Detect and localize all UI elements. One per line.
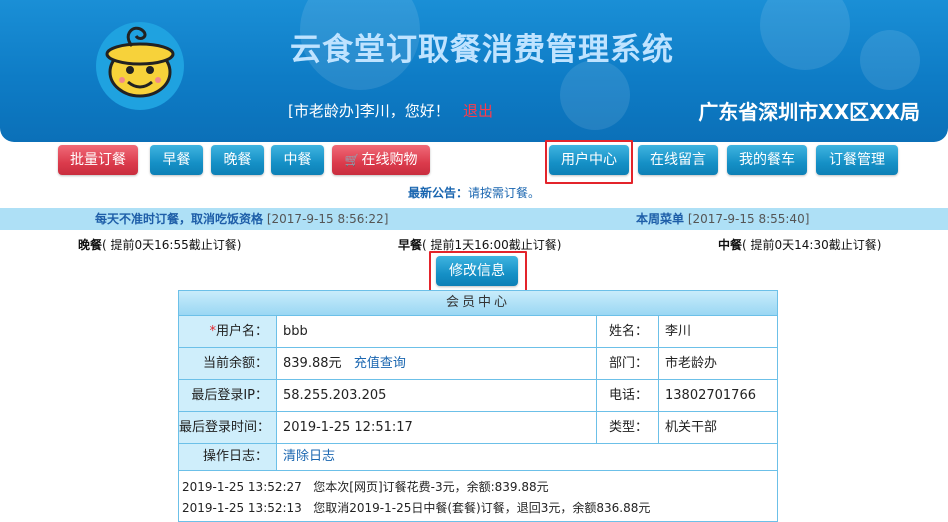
clear-log-cell: 清除日志 <box>277 444 777 470</box>
last-login-time-value: 2019-1-25 12:51:17 <box>277 412 597 443</box>
table-row: 当前余额： 839.88元 充值查询 部门： 市老龄办 <box>179 348 777 380</box>
department-value: 市老龄办 <box>665 356 718 371</box>
decor-bubble <box>560 60 630 130</box>
user-center-highlight <box>545 140 633 184</box>
log-time: 2019-1-25 13:52:13 <box>182 501 302 515</box>
order-management-button[interactable]: 订餐管理 <box>816 145 898 175</box>
clear-log-link[interactable]: 清除日志 <box>283 449 335 464</box>
dinner-button[interactable]: 晚餐 <box>211 145 264 175</box>
batch-order-button[interactable]: 批量订餐 <box>58 145 138 175</box>
type-label: 类型： <box>597 412 659 443</box>
last-login-time-label: 最后登录时间： <box>179 412 277 443</box>
balance-value: 839.88元 充值查询 <box>277 348 597 379</box>
lunch-deadline: 中餐( 提前0天14:30截止订餐) <box>718 236 881 253</box>
username-value: bbb <box>277 316 597 347</box>
log-text: 您本次[网页]订餐花费-3元，余额:839.88元 <box>313 480 549 494</box>
log-entry: 2019-1-25 13:52:27 您本次[网页]订餐花费-3元，余额:839… <box>182 478 549 495</box>
decor-bubble <box>760 0 850 70</box>
info-left[interactable]: 每天不准时订餐，取消吃饭资格 [2017-9-15 8:56:22] <box>95 208 388 230</box>
username-label: *用户名： <box>179 316 277 347</box>
edit-info-highlight <box>429 251 527 295</box>
type-value: 机关干部 <box>665 420 718 435</box>
operation-log-list: 2019-1-25 13:52:27 您本次[网页]订餐花费-3元，余额:839… <box>179 471 777 521</box>
welcome-text: [市老龄办]李川，您好！ <box>288 102 450 120</box>
member-center-title: 会员中心 <box>179 291 777 316</box>
deadline-text: ( 提前0天14:30截止订餐) <box>742 238 882 252</box>
balance-amount: 839.88元 <box>283 356 342 371</box>
info-left-title: 每天不准时订餐，取消吃饭资格 <box>95 212 264 226</box>
log-time: 2019-1-25 13:52:27 <box>182 480 302 494</box>
announcement-text[interactable]: 请按需订餐。 <box>468 186 540 200</box>
deadline-meal: 晚餐 <box>78 238 103 252</box>
username-label-text: 用户名： <box>215 324 268 339</box>
name-label: 姓名： <box>597 316 659 347</box>
member-center-table: 会员中心 *用户名： bbb 姓名： 李川 当前余额： 839.88元 充值查询… <box>178 290 778 522</box>
logout-link[interactable]: 退出 <box>463 100 493 121</box>
table-row: 最后登录时间： 2019-1-25 12:51:17 类型： 机关干部 <box>179 412 777 444</box>
organization-name: 广东省深圳市XX区XX局 <box>698 100 920 124</box>
info-right[interactable]: 本周菜单 [2017-9-15 8:55:40] <box>636 208 809 230</box>
deadline-meal: 中餐 <box>718 238 743 252</box>
last-ip-label: 最后登录IP： <box>179 380 277 411</box>
last-ip-value: 58.255.203.205 <box>277 380 597 411</box>
table-row: *用户名： bbb 姓名： 李川 <box>179 316 777 348</box>
online-message-button[interactable]: 在线留言 <box>638 145 718 175</box>
balance-label: 当前余额： <box>179 348 277 379</box>
info-right-date: [2017-9-15 8:55:40] <box>687 212 810 226</box>
phone-label: 电话： <box>597 380 659 411</box>
deadline-text: ( 提前1天16:00截止订餐) <box>422 238 562 252</box>
decor-bubble <box>860 30 920 90</box>
info-bar: 每天不准时订餐，取消吃饭资格 [2017-9-15 8:56:22] 本周菜单 … <box>0 208 948 230</box>
dinner-deadline: 晚餐( 提前0天16:55截止订餐) <box>78 236 241 253</box>
online-shop-label: 在线购物 <box>361 152 418 168</box>
recharge-query-link[interactable]: 充值查询 <box>354 356 406 371</box>
lunch-button[interactable]: 中餐 <box>271 145 324 175</box>
department-label: 部门： <box>597 348 659 379</box>
phone-value: 13802701766 <box>665 388 756 403</box>
announcement-label: 最新公告： <box>408 186 469 200</box>
table-row: 操作日志： 清除日志 <box>179 444 777 471</box>
name-value: 李川 <box>665 324 692 339</box>
operation-log-label: 操作日志： <box>179 444 277 470</box>
header-banner: 云食堂订取餐消费管理系统 [市老龄办]李川，您好！ 退出 广东省深圳市XX区XX… <box>0 0 948 142</box>
breakfast-button[interactable]: 早餐 <box>150 145 203 175</box>
info-left-date: [2017-9-15 8:56:22] <box>266 212 389 226</box>
canteen-logo-icon <box>96 22 184 110</box>
log-text: 您取消2019-1-25日中餐(套餐)订餐，退回3元，余额836.88元 <box>313 501 651 515</box>
info-right-title: 本周菜单 <box>636 212 685 226</box>
deadline-meal: 早餐 <box>398 238 423 252</box>
announcement: 最新公告：请按需订餐。 <box>408 184 540 201</box>
my-cart-button[interactable]: 我的餐车 <box>727 145 807 175</box>
system-title: 云食堂订取餐消费管理系统 <box>290 32 674 68</box>
table-row: 最后登录IP： 58.255.203.205 电话： 13802701766 <box>179 380 777 412</box>
online-shop-button[interactable]: 🛒 在线购物 <box>332 145 430 175</box>
deadline-text: ( 提前0天16:55截止订餐) <box>102 238 242 252</box>
cart-icon: 🛒 <box>344 153 360 167</box>
